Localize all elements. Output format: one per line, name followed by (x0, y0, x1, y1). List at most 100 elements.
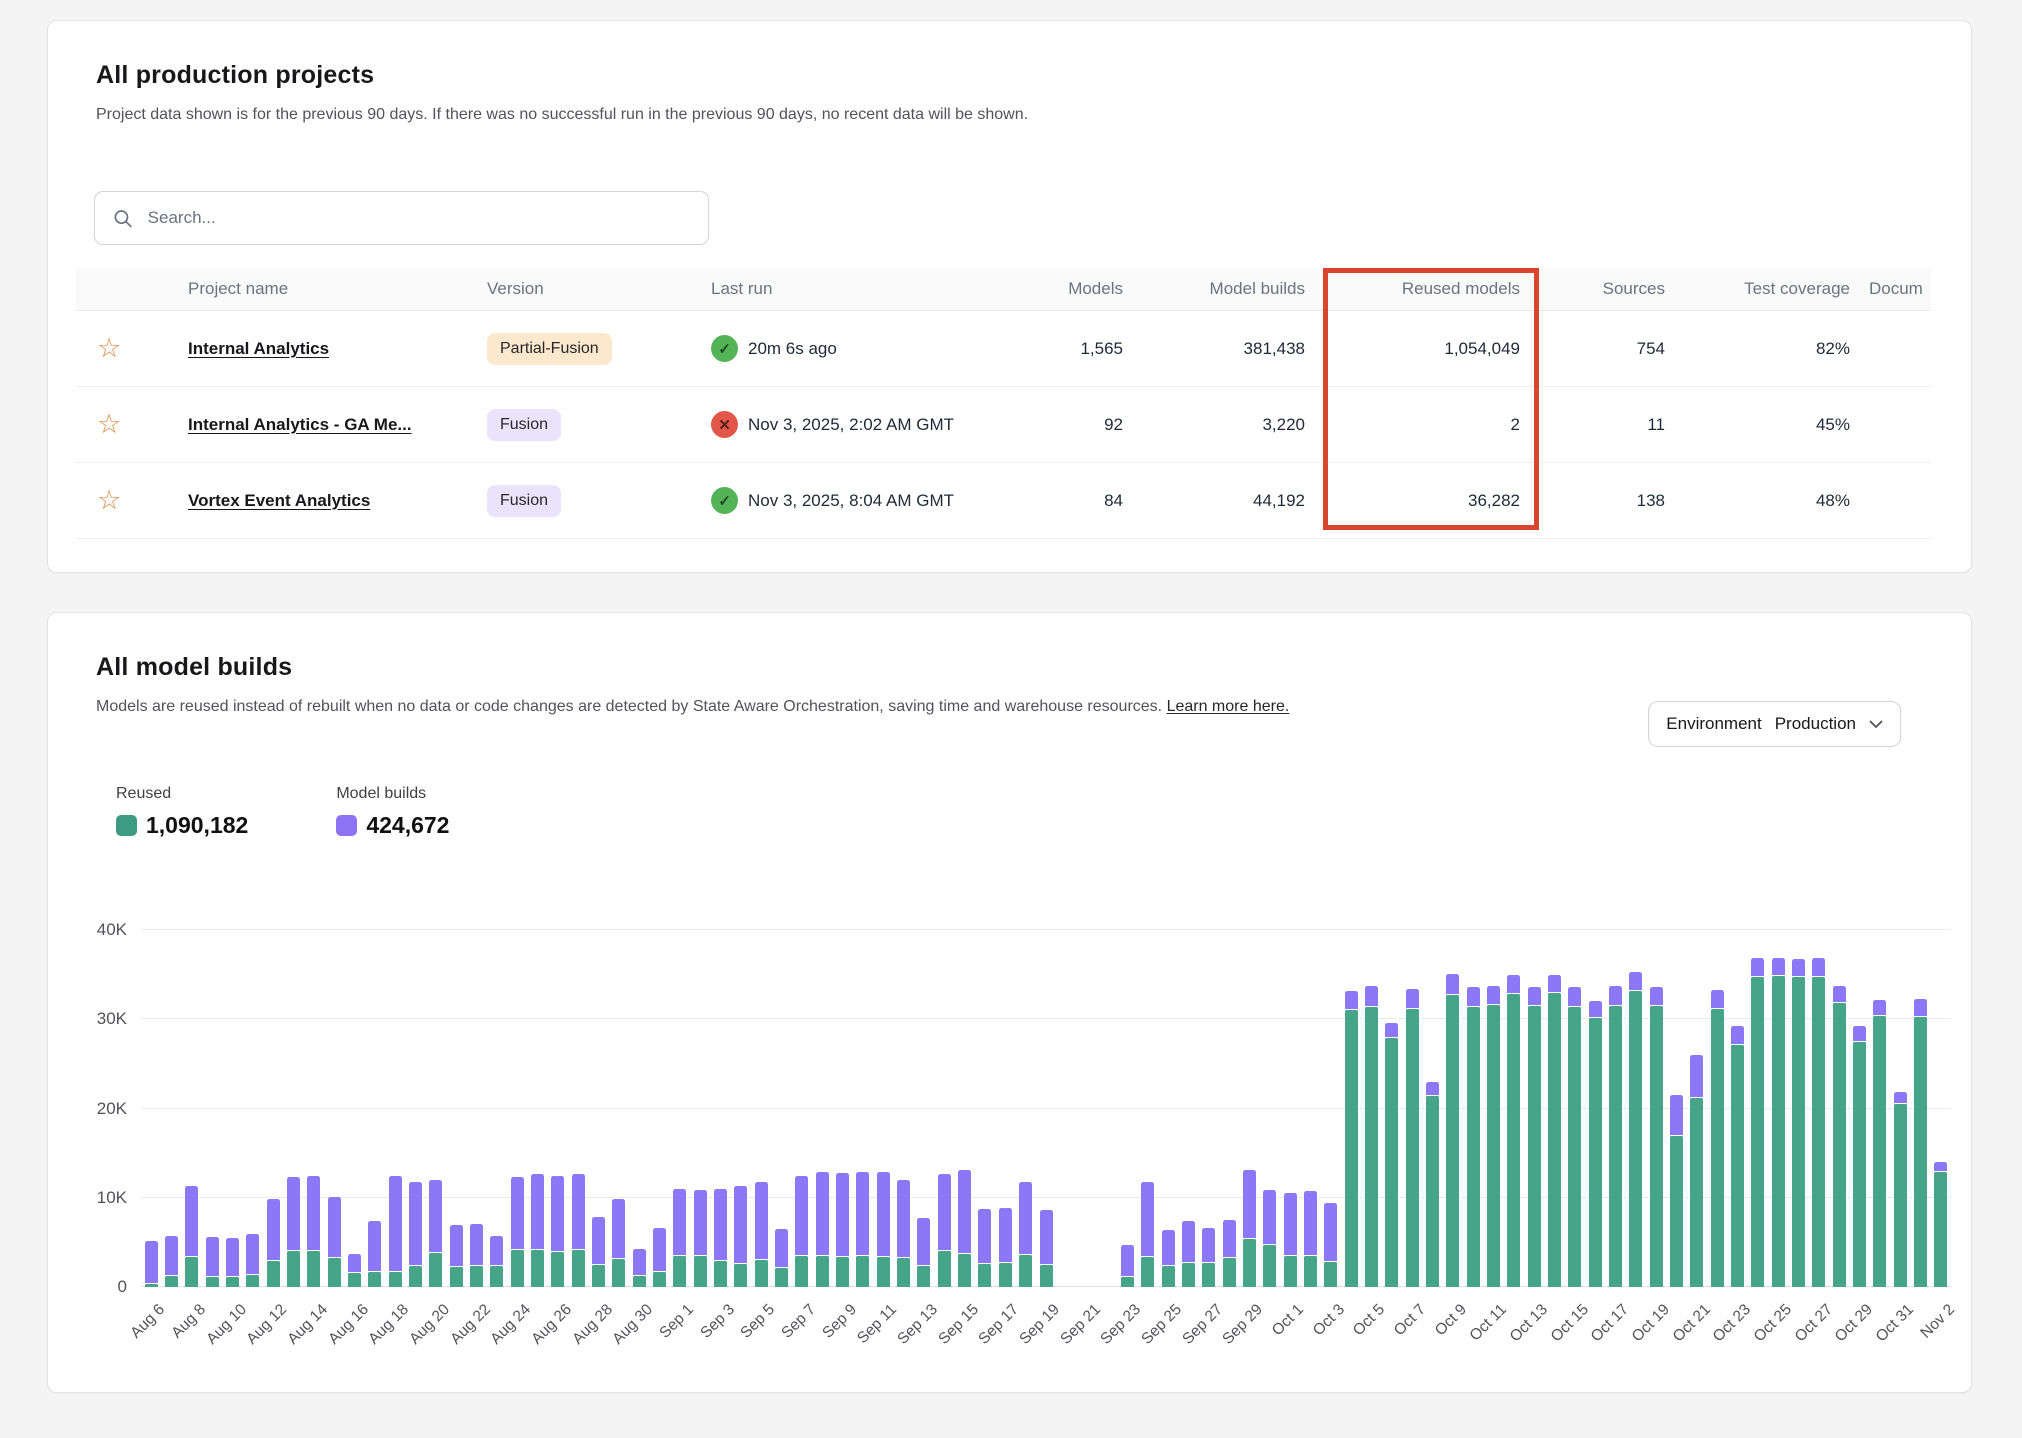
bar[interactable] (1934, 1162, 1947, 1287)
bar[interactable] (734, 1186, 747, 1287)
bar[interactable] (1568, 987, 1581, 1287)
bar[interactable] (368, 1221, 381, 1287)
bar[interactable] (531, 1174, 544, 1287)
bar[interactable] (958, 1170, 971, 1287)
bar[interactable] (592, 1217, 605, 1287)
bar[interactable] (653, 1228, 666, 1287)
sources-cell: 11 (1538, 387, 1683, 463)
bar[interactable] (226, 1238, 239, 1287)
bar[interactable] (328, 1197, 341, 1287)
star-icon[interactable]: ☆ (77, 335, 121, 362)
bar[interactable] (856, 1172, 869, 1287)
bar[interactable] (795, 1176, 808, 1287)
project-name-link[interactable]: Internal Analytics (188, 339, 329, 358)
bar[interactable] (348, 1254, 361, 1287)
bar[interactable] (999, 1208, 1012, 1287)
bar[interactable] (450, 1225, 463, 1287)
bar[interactable] (267, 1199, 280, 1287)
bar[interactable] (490, 1236, 503, 1287)
bar[interactable] (1040, 1210, 1053, 1287)
bar[interactable] (1589, 1001, 1602, 1287)
bar[interactable] (1853, 1026, 1866, 1287)
search-input[interactable] (146, 207, 690, 229)
bar[interactable] (1223, 1220, 1236, 1287)
bar[interactable] (1406, 989, 1419, 1287)
bar[interactable] (1304, 1191, 1317, 1287)
bar[interactable] (1690, 1055, 1703, 1287)
bar[interactable] (938, 1174, 951, 1287)
bar[interactable] (1162, 1230, 1175, 1287)
bar[interactable] (1914, 999, 1927, 1287)
project-name-link[interactable]: Internal Analytics - GA Me... (188, 415, 412, 434)
bar[interactable] (287, 1177, 300, 1287)
bar[interactable] (551, 1176, 564, 1287)
bar[interactable] (185, 1186, 198, 1287)
bar[interactable] (694, 1190, 707, 1287)
bar-reused-segment (1019, 1255, 1032, 1287)
star-icon[interactable]: ☆ (77, 487, 121, 514)
x-axis-label: Aug 14 (284, 1301, 331, 1348)
bar[interactable] (1446, 974, 1459, 1287)
bar[interactable] (1609, 986, 1622, 1287)
bar[interactable] (917, 1218, 930, 1287)
bar[interactable] (673, 1189, 686, 1287)
bar[interactable] (307, 1176, 320, 1287)
bar[interactable] (1792, 959, 1805, 1287)
bar[interactable] (877, 1172, 890, 1287)
bar[interactable] (389, 1176, 402, 1287)
bar[interactable] (145, 1241, 158, 1287)
bar[interactable] (1711, 990, 1724, 1287)
bar[interactable] (470, 1224, 483, 1287)
bar[interactable] (1385, 1023, 1398, 1287)
bar[interactable] (1263, 1190, 1276, 1287)
bar-reused-segment (958, 1254, 971, 1287)
star-icon[interactable]: ☆ (77, 411, 121, 438)
bar-reused-segment (1914, 1017, 1927, 1287)
bar[interactable] (206, 1237, 219, 1287)
bar[interactable] (429, 1180, 442, 1287)
bar[interactable] (1833, 986, 1846, 1287)
bar[interactable] (572, 1174, 585, 1287)
bar[interactable] (1324, 1203, 1337, 1287)
bar[interactable] (1121, 1245, 1134, 1287)
bar[interactable] (1629, 972, 1642, 1287)
bar[interactable] (165, 1236, 178, 1287)
bar[interactable] (836, 1173, 849, 1287)
bar[interactable] (511, 1177, 524, 1287)
bar[interactable] (1284, 1193, 1297, 1287)
bar[interactable] (1467, 987, 1480, 1287)
bar[interactable] (1426, 1082, 1439, 1287)
bar[interactable] (714, 1189, 727, 1287)
bar[interactable] (1345, 991, 1358, 1287)
bar[interactable] (633, 1249, 646, 1287)
bar[interactable] (1812, 958, 1825, 1287)
bar[interactable] (1548, 975, 1561, 1287)
bar[interactable] (1528, 987, 1541, 1287)
bar[interactable] (1507, 975, 1520, 1287)
bar[interactable] (246, 1234, 259, 1287)
bar[interactable] (1873, 1000, 1886, 1287)
bar[interactable] (775, 1229, 788, 1287)
bar[interactable] (1202, 1228, 1215, 1287)
environment-select[interactable]: Environment Production (1648, 701, 1901, 747)
bar[interactable] (978, 1209, 991, 1287)
bar[interactable] (1894, 1092, 1907, 1287)
bar[interactable] (409, 1182, 422, 1287)
learn-more-link[interactable]: Learn more here. (1167, 698, 1290, 715)
bar[interactable] (897, 1180, 910, 1287)
bar[interactable] (1650, 987, 1663, 1287)
bar[interactable] (1772, 958, 1785, 1287)
bar[interactable] (1019, 1182, 1032, 1287)
bar[interactable] (1243, 1170, 1256, 1287)
bar[interactable] (1182, 1221, 1195, 1287)
bar[interactable] (612, 1199, 625, 1287)
bar[interactable] (816, 1172, 829, 1287)
bar[interactable] (1731, 1026, 1744, 1287)
bar[interactable] (1487, 986, 1500, 1287)
bar[interactable] (1670, 1095, 1683, 1287)
bar[interactable] (1141, 1182, 1154, 1287)
bar[interactable] (755, 1182, 768, 1287)
bar[interactable] (1751, 958, 1764, 1287)
project-name-link[interactable]: Vortex Event Analytics (188, 491, 370, 510)
bar[interactable] (1365, 986, 1378, 1287)
